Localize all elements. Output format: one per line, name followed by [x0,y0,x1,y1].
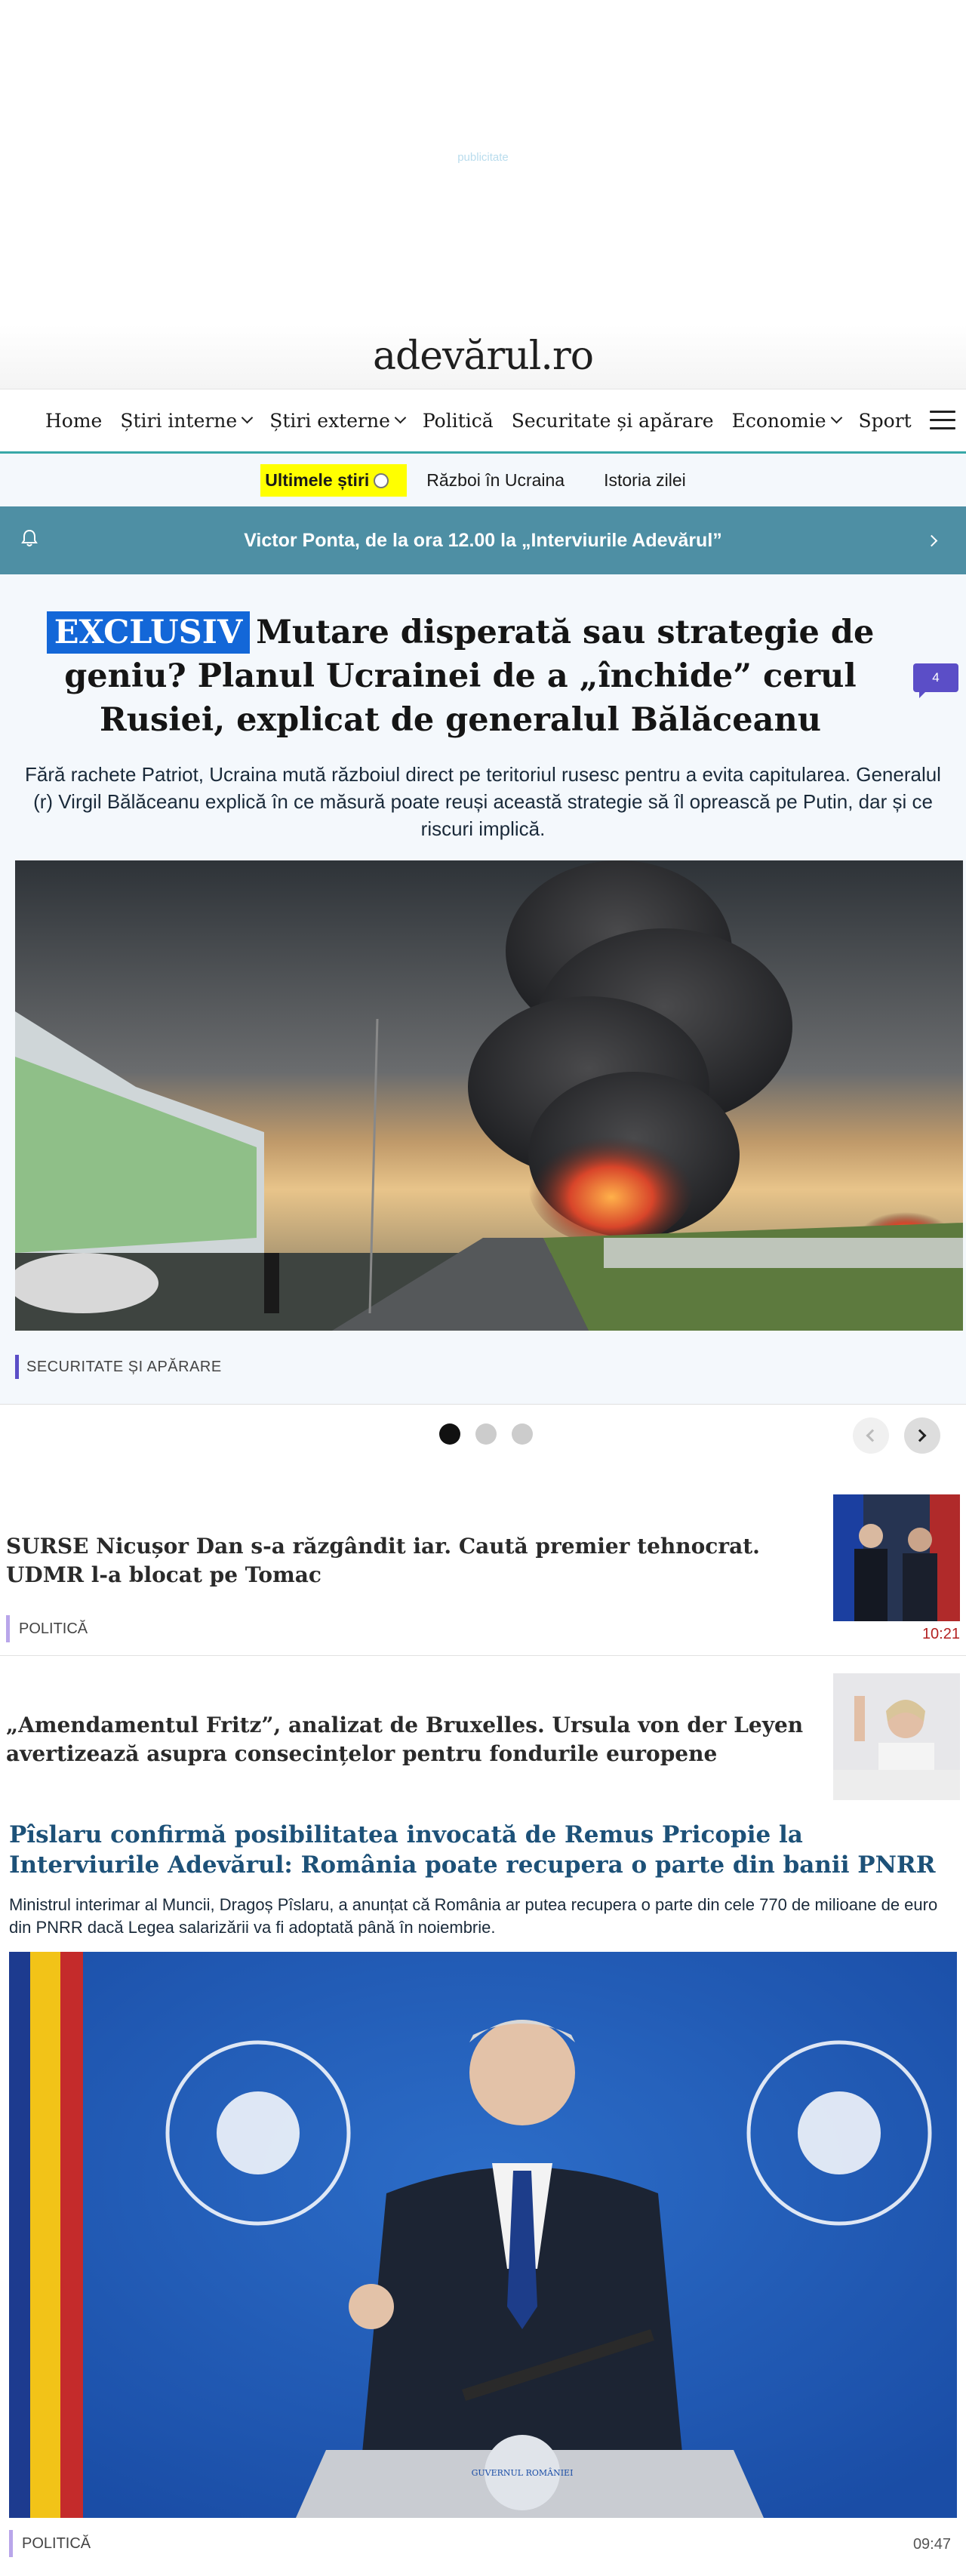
featured-image[interactable]: GUVERNUL ROMÂNIEI [9,1952,957,2518]
chevron-down-icon [241,411,254,424]
carousel-dot[interactable] [475,1423,497,1445]
subnav-latest-label: Ultimele știri [265,469,370,490]
carousel-dot[interactable] [512,1423,533,1445]
live-banner[interactable]: Victor Ponta, de la ora 12.00 la „Interv… [0,506,966,574]
nav-item-label: Home [45,410,103,432]
subnav: Ultimele știri Război în Ucraina Istoria… [0,454,966,506]
hero-category[interactable]: SECURITATE ȘI APĂRARE [15,1355,222,1379]
nav-item-label: Știri externe [269,410,390,432]
news-item: „Amendamentul Fritz”, analizat de Bruxel… [0,1673,966,1802]
chevron-right-icon [913,1429,927,1442]
featured-time: 09:47 [912,2536,951,2553]
nav-item-label: Securitate și apărare [511,410,714,432]
main-navbar: Home Știri interne Știri externe Politic… [0,389,966,454]
ad-label: publicitate [457,151,509,164]
nav-item-label: Știri interne [120,410,238,432]
chevron-down-icon [830,411,842,424]
ad-zone: publicitate [0,0,966,325]
chevron-left-icon [866,1429,879,1442]
subnav-item-istoria[interactable]: Istoria zilei [601,464,689,497]
nav-item-label: Sport [858,410,912,432]
nav-item-economie[interactable]: Economie [731,410,842,432]
hamburger-menu-icon[interactable] [930,411,955,432]
subnav-item-razboi[interactable]: Război în Ucraina [423,464,568,497]
featured-lead: Ministrul interimar al Muncii, Dragoș Pî… [9,1895,938,1937]
comments-count-badge[interactable]: 4 [913,663,958,698]
fire-smoke-image [15,860,963,1331]
nav-items: Home Știri interne Știri externe Politic… [45,389,930,452]
nav-item-stiri-interne[interactable]: Știri interne [120,410,254,432]
clock-icon [374,472,389,488]
nav-item-sport[interactable]: Sport [859,410,912,432]
carousel-dot[interactable] [439,1423,460,1445]
hero-lead: Fără rachete Patriot, Ucraina mută războ… [25,763,941,840]
subnav-latest-news[interactable]: Ultimele știri [260,463,408,497]
news-time: 10:21 [921,1626,960,1642]
hero-article: EXCLUSIV Mutare disperată sau strategie d… [0,574,966,1405]
chevron-down-icon [394,411,407,424]
nav-item-label: Economie [731,410,826,432]
nav-item-securitate[interactable]: Securitate și apărare [512,410,714,432]
von-der-leyen-photo [833,1673,960,1800]
news-title[interactable]: SURSE Nicușor Dan s-a răzgândit iar. Cau… [6,1532,806,1590]
featured-headline[interactable]: Pîslaru confirmă posibilitatea invocată … [9,1820,945,1880]
hero-headline[interactable]: EXCLUSIV Mutare disperată sau strategie d… [15,611,906,742]
news-item: SURSE Nicușor Dan s-a răzgândit iar. Cau… [0,1494,966,1656]
nav-item-politica[interactable]: Politică [423,410,494,432]
carousel-next-button[interactable] [904,1417,940,1454]
carousel-prev-button[interactable] [853,1417,889,1454]
podium-seal-text: GUVERNUL ROMÂNIEI [471,2468,574,2478]
nav-item-home[interactable]: Home [45,410,102,432]
nav-item-label: Politică [422,410,494,432]
news-thumbnail[interactable] [833,1494,960,1621]
nav-item-stiri-externe[interactable]: Știri externe [269,410,407,432]
minister-press-photo [9,1952,957,2518]
logo-bar: adevărul.ro [0,325,966,389]
news-thumbnail[interactable] [833,1673,960,1800]
exclusive-badge: EXCLUSIV [46,611,251,654]
carousel-dots [439,1423,548,1445]
news-category[interactable]: POLITICĂ [6,1615,88,1642]
politicians-photo [833,1494,960,1621]
featured-category[interactable]: POLITICĂ [9,2530,91,2557]
news-title[interactable]: „Amendamentul Fritz”, analizat de Bruxel… [6,1711,806,1768]
hero-image[interactable] [15,860,963,1331]
banner-text: Victor Ponta, de la ora 12.00 la „Interv… [244,530,722,551]
site-logo[interactable]: adevărul.ro [0,325,966,389]
